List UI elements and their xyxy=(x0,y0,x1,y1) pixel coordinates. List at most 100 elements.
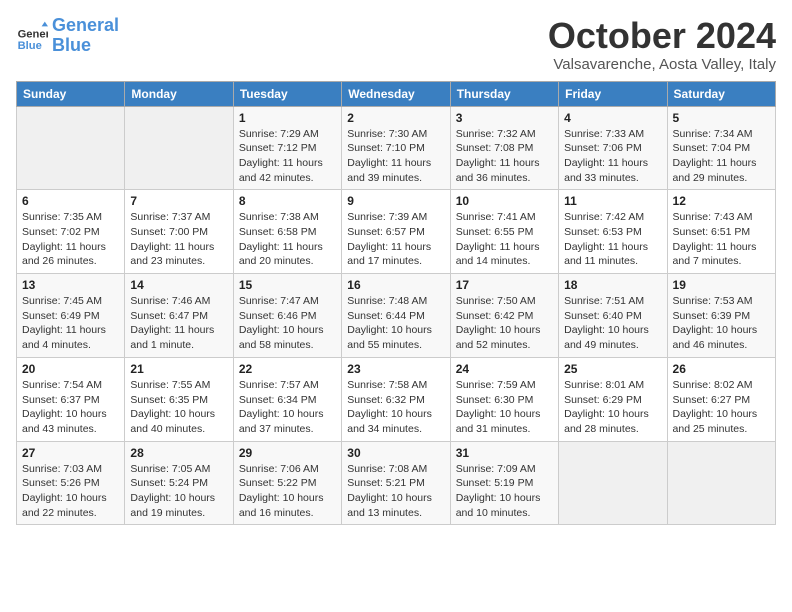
day-number: 7 xyxy=(130,194,227,208)
calendar-cell: 10Sunrise: 7:41 AMSunset: 6:55 PMDayligh… xyxy=(450,190,558,274)
logo-icon: General Blue xyxy=(16,20,48,52)
calendar-cell xyxy=(17,106,125,190)
day-info: Sunrise: 7:51 AMSunset: 6:40 PMDaylight:… xyxy=(564,294,661,353)
calendar-table: SundayMondayTuesdayWednesdayThursdayFrid… xyxy=(16,81,776,526)
day-number: 13 xyxy=(22,278,119,292)
day-number: 16 xyxy=(347,278,444,292)
column-header-sunday: Sunday xyxy=(17,81,125,106)
day-number: 27 xyxy=(22,446,119,460)
calendar-week-2: 6Sunrise: 7:35 AMSunset: 7:02 PMDaylight… xyxy=(17,190,776,274)
calendar-cell: 8Sunrise: 7:38 AMSunset: 6:58 PMDaylight… xyxy=(233,190,341,274)
calendar-cell: 17 Sunrise: 7:50 AMSunset: 6:42 PMDayligh… xyxy=(450,274,558,358)
day-number: 12 xyxy=(673,194,770,208)
day-info: Sunrise: 7:38 AMSunset: 6:58 PMDaylight:… xyxy=(239,210,336,269)
day-info: Sunrise: 7:35 AMSunset: 7:02 PMDaylight:… xyxy=(22,210,119,269)
day-number: 29 xyxy=(239,446,336,460)
calendar-cell: 27 Sunrise: 7:03 AMSunset: 5:26 PMDayligh… xyxy=(17,441,125,525)
day-info: Sunrise: 7:03 AMSunset: 5:26 PMDaylight:… xyxy=(22,462,119,521)
day-info: Sunrise: 7:06 AMSunset: 5:22 PMDaylight:… xyxy=(239,462,336,521)
day-number: 3 xyxy=(456,111,553,125)
day-info: Sunrise: 7:43 AMSunset: 6:51 PMDaylight:… xyxy=(673,210,770,269)
day-number: 17 xyxy=(456,278,553,292)
column-header-tuesday: Tuesday xyxy=(233,81,341,106)
calendar-cell xyxy=(559,441,667,525)
calendar-cell: 15 Sunrise: 7:47 AMSunset: 6:46 PMDayligh… xyxy=(233,274,341,358)
day-info: Sunrise: 7:42 AMSunset: 6:53 PMDaylight:… xyxy=(564,210,661,269)
calendar-cell: 5 Sunrise: 7:34 AMSunset: 7:04 PMDaylight… xyxy=(667,106,775,190)
location: Valsavarenche, Aosta Valley, Italy xyxy=(548,56,776,73)
logo: General Blue GeneralBlue xyxy=(16,16,119,56)
calendar-cell: 26 Sunrise: 8:02 AMSunset: 6:27 PMDayligh… xyxy=(667,357,775,441)
calendar-cell: 6Sunrise: 7:35 AMSunset: 7:02 PMDaylight… xyxy=(17,190,125,274)
calendar-cell: 19 Sunrise: 7:53 AMSunset: 6:39 PMDayligh… xyxy=(667,274,775,358)
day-info: Sunrise: 7:47 AMSunset: 6:46 PMDaylight:… xyxy=(239,294,336,353)
day-number: 28 xyxy=(130,446,227,460)
day-info: Sunrise: 7:54 AMSunset: 6:37 PMDaylight:… xyxy=(22,378,119,437)
calendar-cell: 28 Sunrise: 7:05 AMSunset: 5:24 PMDayligh… xyxy=(125,441,233,525)
day-info: Sunrise: 7:55 AMSunset: 6:35 PMDaylight:… xyxy=(130,378,227,437)
day-number: 26 xyxy=(673,362,770,376)
day-number: 24 xyxy=(456,362,553,376)
day-info: Sunrise: 7:45 AMSunset: 6:49 PMDaylight:… xyxy=(22,294,119,353)
day-info: Sunrise: 7:37 AMSunset: 7:00 PMDaylight:… xyxy=(130,210,227,269)
day-number: 15 xyxy=(239,278,336,292)
day-info: Sunrise: 8:02 AMSunset: 6:27 PMDaylight:… xyxy=(673,378,770,437)
day-number: 30 xyxy=(347,446,444,460)
day-number: 4 xyxy=(564,111,661,125)
calendar-cell: 21 Sunrise: 7:55 AMSunset: 6:35 PMDayligh… xyxy=(125,357,233,441)
calendar-cell: 9Sunrise: 7:39 AMSunset: 6:57 PMDaylight… xyxy=(342,190,450,274)
calendar-cell: 2 Sunrise: 7:30 AMSunset: 7:10 PMDaylight… xyxy=(342,106,450,190)
column-header-saturday: Saturday xyxy=(667,81,775,106)
calendar-week-5: 27 Sunrise: 7:03 AMSunset: 5:26 PMDayligh… xyxy=(17,441,776,525)
day-info: Sunrise: 7:59 AMSunset: 6:30 PMDaylight:… xyxy=(456,378,553,437)
day-info: Sunrise: 7:46 AMSunset: 6:47 PMDaylight:… xyxy=(130,294,227,353)
day-info: Sunrise: 7:29 AMSunset: 7:12 PMDaylight:… xyxy=(239,127,336,186)
column-header-monday: Monday xyxy=(125,81,233,106)
calendar-cell: 13 Sunrise: 7:45 AMSunset: 6:49 PMDayligh… xyxy=(17,274,125,358)
day-info: Sunrise: 7:33 AMSunset: 7:06 PMDaylight:… xyxy=(564,127,661,186)
day-number: 23 xyxy=(347,362,444,376)
day-number: 31 xyxy=(456,446,553,460)
day-info: Sunrise: 7:58 AMSunset: 6:32 PMDaylight:… xyxy=(347,378,444,437)
day-number: 20 xyxy=(22,362,119,376)
column-header-thursday: Thursday xyxy=(450,81,558,106)
column-header-wednesday: Wednesday xyxy=(342,81,450,106)
day-info: Sunrise: 7:53 AMSunset: 6:39 PMDaylight:… xyxy=(673,294,770,353)
day-info: Sunrise: 7:34 AMSunset: 7:04 PMDaylight:… xyxy=(673,127,770,186)
day-number: 2 xyxy=(347,111,444,125)
day-info: Sunrise: 7:48 AMSunset: 6:44 PMDaylight:… xyxy=(347,294,444,353)
day-info: Sunrise: 7:30 AMSunset: 7:10 PMDaylight:… xyxy=(347,127,444,186)
calendar-cell: 18Sunrise: 7:51 AMSunset: 6:40 PMDayligh… xyxy=(559,274,667,358)
calendar-week-3: 13 Sunrise: 7:45 AMSunset: 6:49 PMDayligh… xyxy=(17,274,776,358)
day-number: 22 xyxy=(239,362,336,376)
day-info: Sunrise: 7:57 AMSunset: 6:34 PMDaylight:… xyxy=(239,378,336,437)
calendar-header-row: SundayMondayTuesdayWednesdayThursdayFrid… xyxy=(17,81,776,106)
calendar-cell: 29 Sunrise: 7:06 AMSunset: 5:22 PMDayligh… xyxy=(233,441,341,525)
day-info: Sunrise: 7:41 AMSunset: 6:55 PMDaylight:… xyxy=(456,210,553,269)
calendar-cell: 3 Sunrise: 7:32 AMSunset: 7:08 PMDaylight… xyxy=(450,106,558,190)
svg-text:Blue: Blue xyxy=(18,40,42,52)
calendar-cell: 16 Sunrise: 7:48 AMSunset: 6:44 PMDayligh… xyxy=(342,274,450,358)
calendar-cell: 25Sunrise: 8:01 AMSunset: 6:29 PMDayligh… xyxy=(559,357,667,441)
logo-text: GeneralBlue xyxy=(52,16,119,56)
day-info: Sunrise: 7:09 AMSunset: 5:19 PMDaylight:… xyxy=(456,462,553,521)
title-block: October 2024 Valsavarenche, Aosta Valley… xyxy=(548,16,776,73)
calendar-cell: 11 Sunrise: 7:42 AMSunset: 6:53 PMDayligh… xyxy=(559,190,667,274)
calendar-cell: 30 Sunrise: 7:08 AMSunset: 5:21 PMDayligh… xyxy=(342,441,450,525)
day-number: 21 xyxy=(130,362,227,376)
calendar-week-1: 1Sunrise: 7:29 AMSunset: 7:12 PMDaylight… xyxy=(17,106,776,190)
day-number: 11 xyxy=(564,194,661,208)
day-info: Sunrise: 8:01 AMSunset: 6:29 PMDaylight:… xyxy=(564,378,661,437)
calendar-cell: 24 Sunrise: 7:59 AMSunset: 6:30 PMDayligh… xyxy=(450,357,558,441)
day-info: Sunrise: 7:08 AMSunset: 5:21 PMDaylight:… xyxy=(347,462,444,521)
day-number: 14 xyxy=(130,278,227,292)
day-info: Sunrise: 7:39 AMSunset: 6:57 PMDaylight:… xyxy=(347,210,444,269)
day-info: Sunrise: 7:32 AMSunset: 7:08 PMDaylight:… xyxy=(456,127,553,186)
day-info: Sunrise: 7:50 AMSunset: 6:42 PMDaylight:… xyxy=(456,294,553,353)
day-info: Sunrise: 7:05 AMSunset: 5:24 PMDaylight:… xyxy=(130,462,227,521)
day-number: 5 xyxy=(673,111,770,125)
day-number: 19 xyxy=(673,278,770,292)
calendar-cell: 4 Sunrise: 7:33 AMSunset: 7:06 PMDaylight… xyxy=(559,106,667,190)
calendar-cell xyxy=(667,441,775,525)
page-header: General Blue GeneralBlue October 2024 Va… xyxy=(16,16,776,73)
